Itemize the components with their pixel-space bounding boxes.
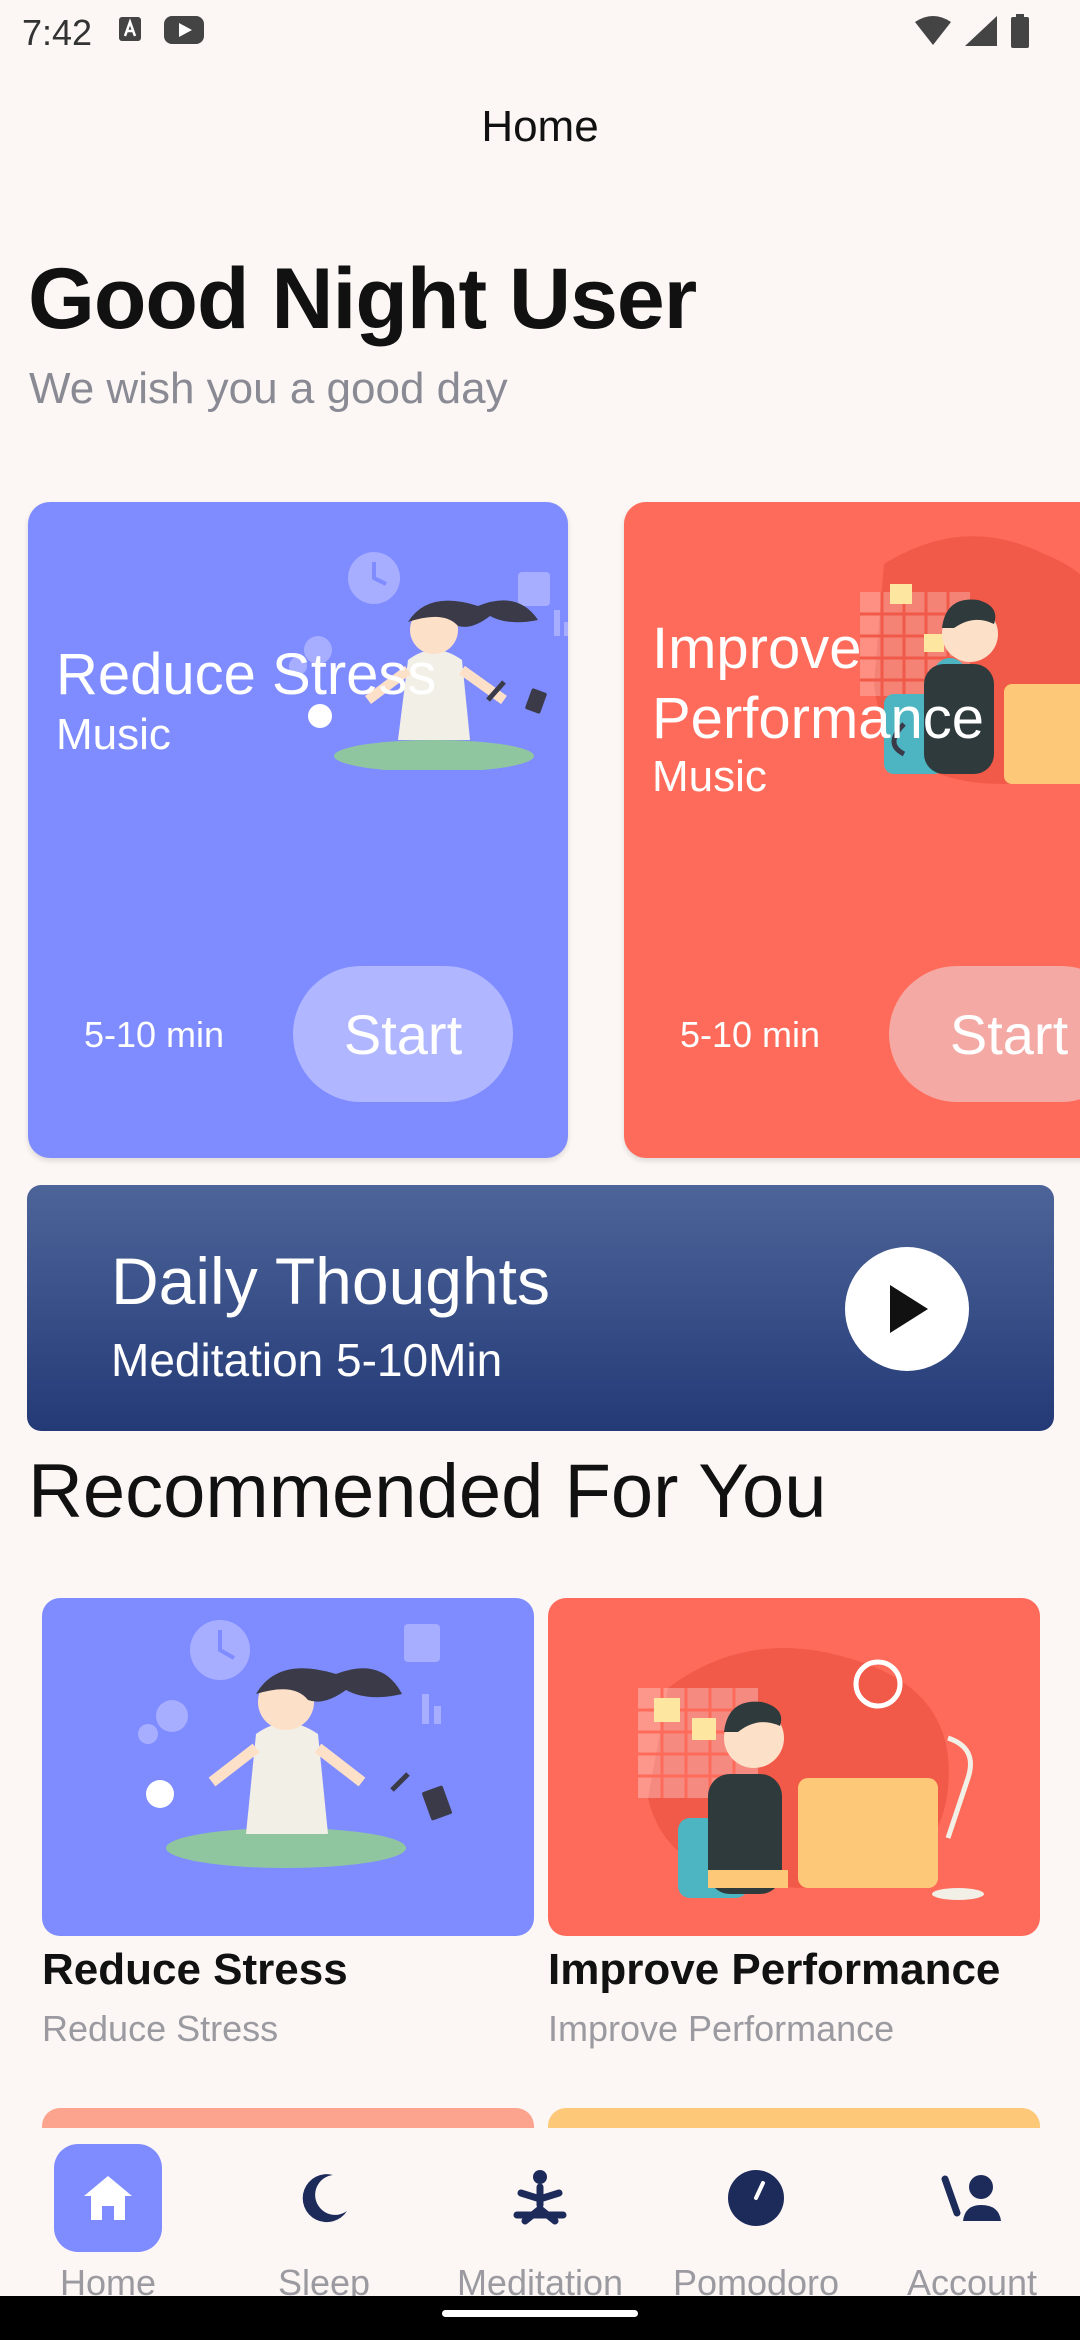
wifi-icon <box>915 16 951 45</box>
card-subtitle: Music <box>652 752 767 801</box>
nav-item-account[interactable]: Account <box>864 2144 1080 2304</box>
greeting-title: Good Night User <box>28 251 697 347</box>
nav-item-meditation[interactable]: Meditation <box>432 2144 648 2304</box>
recommended-heading: Recommended For You <box>28 1449 827 1534</box>
bottom-navigation: Home Sleep Meditation Pomodoro Account <box>0 2128 1080 2303</box>
nav-item-home[interactable]: Home <box>0 2144 216 2304</box>
meditation-illustration <box>138 1620 452 1868</box>
daily-subtitle: Meditation 5-10Min <box>111 1334 503 1386</box>
nav-item-sleep[interactable]: Sleep <box>216 2144 432 2304</box>
start-button[interactable]: Start <box>293 966 513 1102</box>
card-title-line1: Improve <box>652 616 862 681</box>
recommended-item-subtitle: Improve Performance <box>548 2008 895 2049</box>
card-title: Reduce Stress <box>56 642 437 707</box>
featured-card-improve-performance[interactable]: Improve Performance Music 5-10 min Start <box>624 502 1080 1158</box>
status-bar: 7:42 <box>0 0 1080 66</box>
card-subtitle: Music <box>56 710 171 759</box>
card-duration: 5-10 min <box>84 1014 225 1055</box>
home-screen: 7:42 Home Good Night User We wish you a … <box>0 0 1080 2340</box>
battery-icon <box>1011 14 1029 48</box>
timer-icon <box>728 2170 784 2226</box>
system-navigation-bar <box>0 2296 1080 2340</box>
work-desk-illustration <box>638 1648 984 1900</box>
moon-icon <box>302 2174 347 2223</box>
home-icon <box>84 2176 132 2220</box>
text-notification-icon <box>119 17 141 41</box>
recommended-item-subtitle: Reduce Stress <box>42 2008 279 2049</box>
account-icon <box>941 2175 1001 2221</box>
status-time: 7:42 <box>22 12 93 53</box>
work-desk-illustration <box>860 536 1080 784</box>
greeting-subtitle: We wish you a good day <box>29 364 508 413</box>
start-button[interactable]: Start <box>889 966 1080 1102</box>
home-gesture-handle[interactable] <box>442 2310 638 2317</box>
daily-title: Daily Thoughts <box>111 1244 551 1318</box>
recommended-card-improve-performance[interactable] <box>548 1598 1040 1936</box>
page-title: Home <box>481 102 599 151</box>
recommended-item-name: Improve Performance <box>548 1945 1001 1994</box>
play-icon <box>890 1285 928 1333</box>
recommended-card-reduce-stress[interactable] <box>42 1598 534 1936</box>
youtube-notification-icon <box>164 16 204 44</box>
play-button[interactable] <box>845 1247 969 1371</box>
daily-thoughts-banner[interactable]: Daily Thoughts Meditation 5-10Min <box>27 1185 1054 1431</box>
featured-card-reduce-stress[interactable]: Reduce Stress Music 5-10 min Start <box>28 502 568 1158</box>
card-duration: 5-10 min <box>680 1014 821 1055</box>
recommended-item-name: Reduce Stress <box>42 1945 348 1994</box>
signal-icon <box>965 16 997 46</box>
card-title-line2: Performance <box>652 686 985 751</box>
meditation-icon <box>513 2170 567 2225</box>
nav-item-pomodoro[interactable]: Pomodoro <box>648 2144 864 2304</box>
